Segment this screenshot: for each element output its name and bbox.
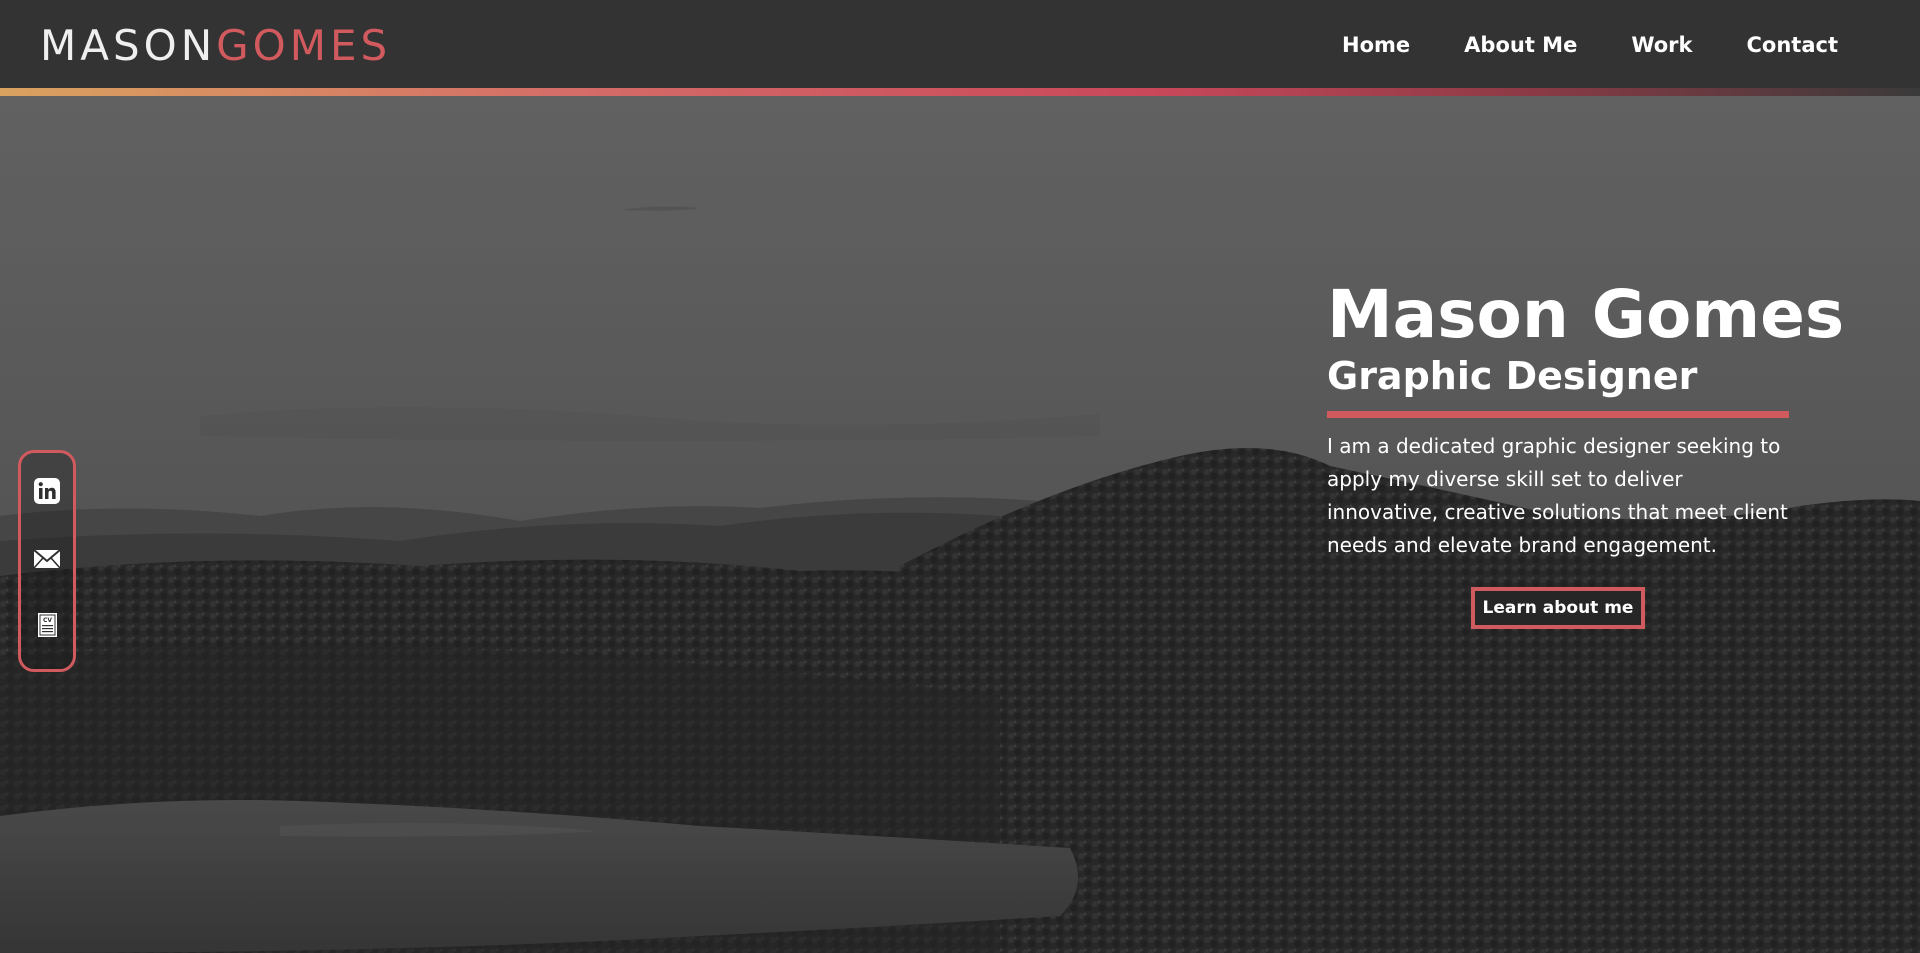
header-gradient-bar bbox=[0, 88, 1920, 96]
cv-document-icon[interactable]: CV bbox=[33, 611, 61, 639]
logo-last-name: GOMES bbox=[216, 21, 392, 70]
logo-first-name: MASON bbox=[40, 21, 217, 70]
nav-work[interactable]: Work bbox=[1631, 30, 1692, 60]
cv-label: CV bbox=[43, 617, 52, 624]
hero-divider bbox=[1327, 411, 1789, 418]
social-sidebar: CV bbox=[18, 450, 76, 672]
hero-role: Graphic Designer bbox=[1327, 354, 1698, 398]
hero-description: I am a dedicated graphic designer seekin… bbox=[1327, 434, 1788, 557]
main-nav: Home About Me Work Contact bbox=[1288, 30, 1838, 60]
nav-home[interactable]: Home bbox=[1342, 30, 1410, 60]
hero-section: Mason Gomes Graphic Designer I am a dedi… bbox=[0, 96, 1920, 953]
learn-about-me-button[interactable]: Learn about me bbox=[1470, 587, 1646, 629]
nav-contact[interactable]: Contact bbox=[1747, 30, 1839, 60]
linkedin-icon[interactable] bbox=[33, 477, 61, 505]
site-header: MASONGOMES Home About Me Work Contact bbox=[0, 0, 1920, 88]
site-logo[interactable]: MASONGOMES bbox=[40, 22, 391, 70]
nav-about-me[interactable]: About Me bbox=[1464, 30, 1577, 60]
cta-wrapper: Learn about me bbox=[1327, 587, 1789, 629]
hero-name: Mason Gomes bbox=[1327, 276, 1845, 353]
mail-icon[interactable] bbox=[33, 545, 61, 573]
hero-content: Mason Gomes Graphic Designer I am a dedi… bbox=[1327, 276, 1845, 629]
